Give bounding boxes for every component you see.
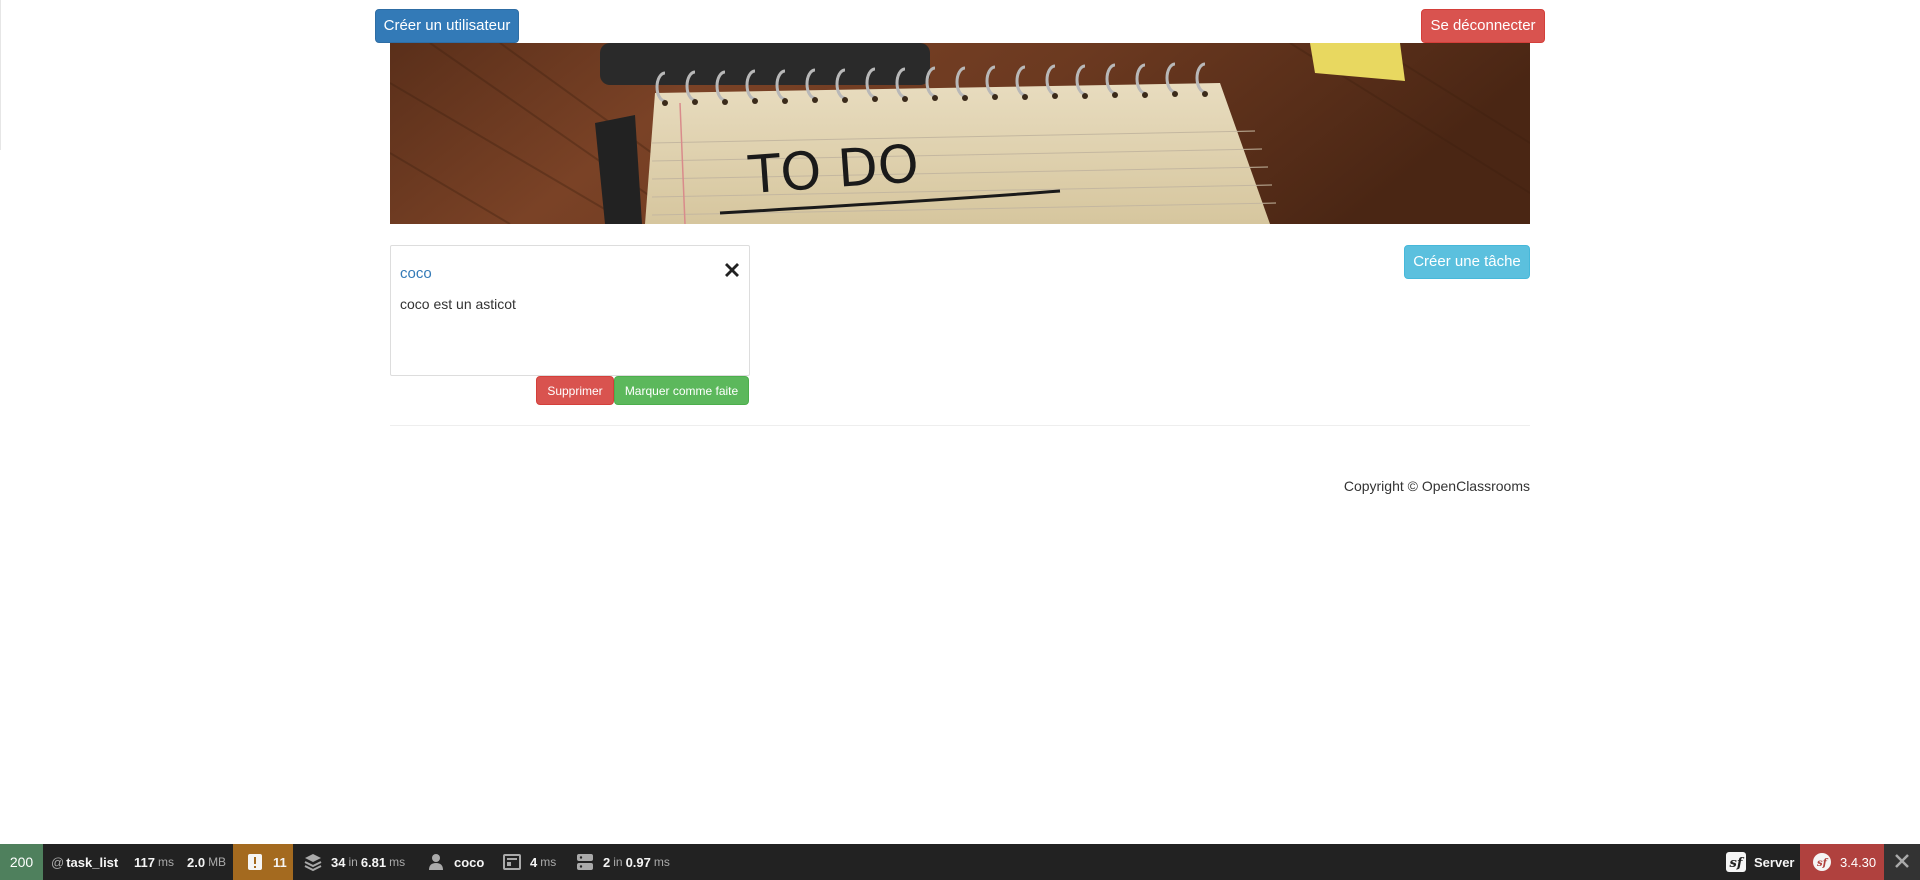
server-label: Server bbox=[1754, 854, 1795, 870]
memory-unit: MB bbox=[208, 855, 227, 869]
twig-panel[interactable]: 4 ms bbox=[499, 844, 561, 880]
warning-icon bbox=[245, 852, 265, 872]
create-user-button[interactable]: Créer un utilisateur bbox=[375, 9, 519, 43]
symfony-logo-icon: sf bbox=[1726, 852, 1746, 872]
copyright-text: Copyright © OpenClassrooms bbox=[1343, 478, 1530, 494]
svg-text:sf: sf bbox=[1817, 858, 1829, 869]
cache-panel[interactable]: 2 in 0.97 ms bbox=[574, 844, 684, 880]
db-unit: ms bbox=[389, 855, 406, 869]
db-time: 6.81 bbox=[360, 854, 387, 870]
performance-panel[interactable]: 117 ms 2.0 MB bbox=[128, 844, 238, 880]
twig-unit: ms bbox=[540, 855, 557, 869]
remove-icon bbox=[721, 259, 743, 281]
symfony-version-panel[interactable]: sf 3.4.30 bbox=[1800, 844, 1884, 880]
warnings-count: 11 bbox=[273, 854, 287, 870]
current-user: coco bbox=[454, 854, 485, 870]
cache-calls: 2 bbox=[603, 854, 611, 870]
user-icon bbox=[426, 852, 446, 872]
task-title-link[interactable]: coco bbox=[400, 265, 432, 282]
time-unit: ms bbox=[157, 855, 174, 869]
task-content: coco est un asticot bbox=[400, 296, 516, 312]
task-card: coco coco est un asticot bbox=[390, 245, 750, 376]
cache-in: in bbox=[613, 855, 623, 869]
symfony-version: 3.4.30 bbox=[1840, 854, 1877, 870]
page-edge-mark bbox=[0, 0, 1, 150]
db-in: in bbox=[348, 855, 358, 869]
symfony-round-logo-icon: sf bbox=[1812, 852, 1832, 872]
database-panel[interactable]: 34 in 6.81 ms bbox=[299, 844, 419, 880]
todo-banner-image: TO DO bbox=[390, 43, 1530, 224]
route-name: task_list bbox=[66, 854, 119, 870]
template-icon bbox=[502, 852, 522, 872]
footer-divider bbox=[390, 425, 1530, 426]
time-value: 117 bbox=[134, 854, 155, 870]
database-layers-icon bbox=[303, 852, 323, 872]
create-task-button[interactable]: Créer une tâche bbox=[1404, 245, 1530, 279]
twig-time: 4 bbox=[530, 854, 538, 870]
security-panel[interactable]: coco bbox=[420, 844, 500, 880]
close-icon bbox=[1894, 853, 1910, 872]
db-query-count: 34 bbox=[331, 854, 346, 870]
memory-value: 2.0 bbox=[186, 854, 206, 870]
mark-done-button[interactable]: Marquer comme faite bbox=[614, 376, 749, 405]
logout-button[interactable]: Se déconnecter bbox=[1421, 9, 1545, 43]
route-panel[interactable]: @ task_list bbox=[43, 844, 123, 880]
cache-unit: ms bbox=[653, 855, 670, 869]
debug-toolbar: 200 @ task_list 117 ms 2.0 MB 11 34 in 6… bbox=[0, 844, 1920, 880]
cache-server-icon bbox=[575, 852, 595, 872]
server-panel[interactable]: sf Server bbox=[1720, 844, 1800, 880]
banner-note-text: TO DO bbox=[746, 134, 921, 206]
logs-panel[interactable]: 11 bbox=[233, 844, 293, 880]
toolbar-close-button[interactable] bbox=[1884, 844, 1920, 880]
delete-task-button[interactable]: Supprimer bbox=[536, 376, 614, 405]
status-code: 200 bbox=[9, 854, 34, 870]
route-prefix: @ bbox=[51, 854, 65, 870]
status-code-badge[interactable]: 200 bbox=[0, 844, 43, 880]
cache-time: 0.97 bbox=[625, 854, 651, 870]
